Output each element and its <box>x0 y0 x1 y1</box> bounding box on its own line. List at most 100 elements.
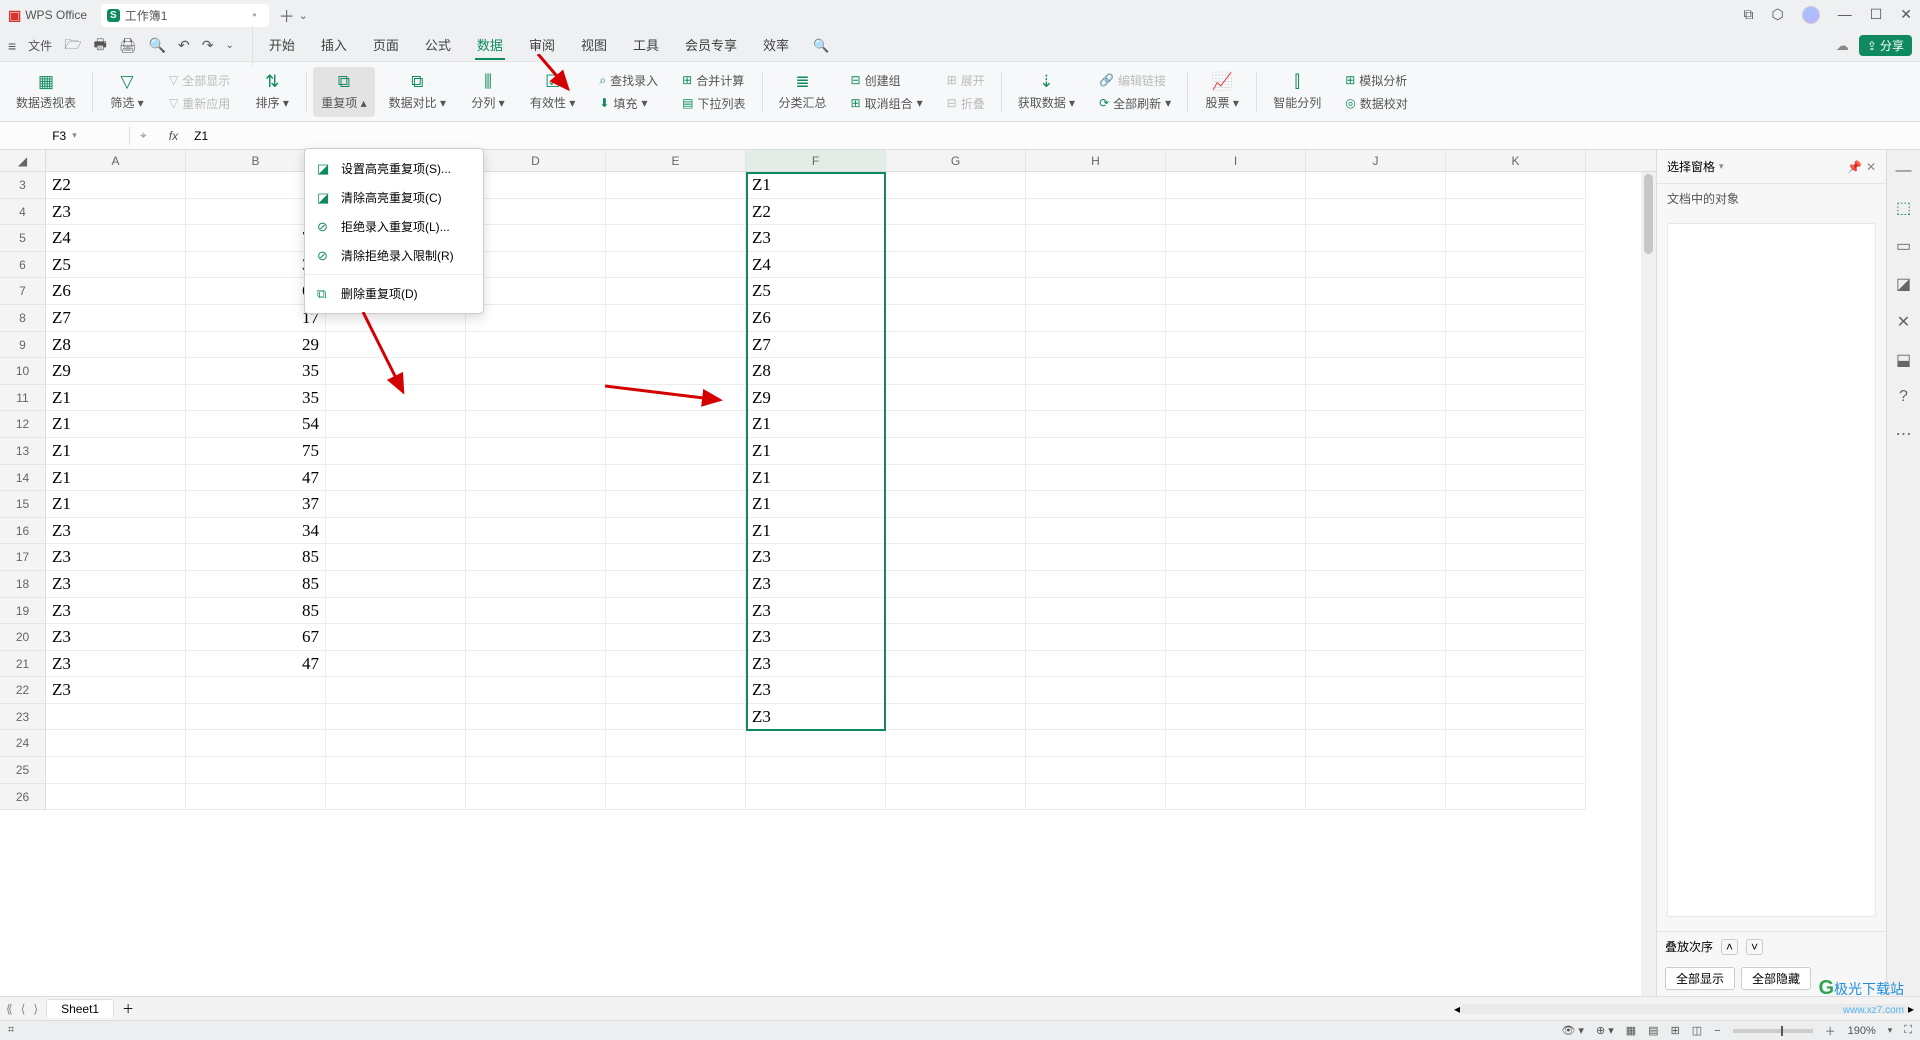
formula-value[interactable]: Z1 <box>190 129 208 143</box>
smart-split-button[interactable]: ⫿智能分列 <box>1263 67 1331 117</box>
cell[interactable]: 75 <box>186 438 326 465</box>
cell[interactable]: 67 <box>186 624 326 651</box>
cell[interactable] <box>186 784 326 811</box>
cell[interactable] <box>1026 624 1166 651</box>
sort-button[interactable]: ⇅排序 ▾ <box>244 67 300 117</box>
col-header-K[interactable]: K <box>1446 150 1586 171</box>
show-all-button[interactable]: 全部显示 <box>1665 967 1735 990</box>
cell[interactable] <box>1026 332 1166 359</box>
cell[interactable] <box>466 544 606 571</box>
cell[interactable] <box>1026 704 1166 731</box>
window-copy-icon[interactable]: ⧉ <box>1743 6 1753 24</box>
cell[interactable] <box>326 571 466 598</box>
cell[interactable] <box>1446 677 1586 704</box>
hide-all-button[interactable]: 全部隐藏 <box>1741 967 1811 990</box>
cell[interactable] <box>466 730 606 757</box>
cell[interactable] <box>606 518 746 545</box>
cell[interactable]: Z1 <box>46 438 186 465</box>
cell[interactable]: Z3 <box>746 571 886 598</box>
cell[interactable]: 54 <box>186 411 326 438</box>
cell[interactable]: Z9 <box>746 385 886 412</box>
cell[interactable] <box>326 624 466 651</box>
row-header[interactable]: 8 <box>0 305 46 332</box>
cell[interactable] <box>1446 544 1586 571</box>
cell[interactable] <box>1306 358 1446 385</box>
row-header[interactable]: 4 <box>0 199 46 226</box>
cell[interactable] <box>326 438 466 465</box>
cell[interactable]: Z3 <box>746 598 886 625</box>
cell[interactable]: Z4 <box>746 252 886 279</box>
cell[interactable] <box>1306 438 1446 465</box>
row-header[interactable]: 16 <box>0 518 46 545</box>
cell[interactable]: Z3 <box>46 544 186 571</box>
cell[interactable] <box>606 385 746 412</box>
cell[interactable] <box>1446 518 1586 545</box>
cell[interactable] <box>186 730 326 757</box>
cell[interactable] <box>466 332 606 359</box>
cell[interactable] <box>1306 199 1446 226</box>
cell[interactable]: Z1 <box>746 518 886 545</box>
cell[interactable]: Z3 <box>746 704 886 731</box>
cell[interactable]: Z1 <box>46 385 186 412</box>
cell[interactable] <box>886 199 1026 226</box>
move-down-button[interactable]: ˅ <box>1746 939 1763 955</box>
more-icon[interactable]: ⋯ <box>1896 424 1912 444</box>
pin-icon[interactable]: 📌 <box>1847 160 1862 174</box>
cell[interactable] <box>326 651 466 678</box>
menu-tab-数据[interactable]: 数据 <box>475 31 505 60</box>
menu-tab-页面[interactable]: 页面 <box>371 31 401 60</box>
cell[interactable] <box>1306 385 1446 412</box>
view-custom-icon[interactable]: ◫ <box>1692 1024 1702 1037</box>
col-header-H[interactable]: H <box>1026 150 1166 171</box>
menu-tab-插入[interactable]: 插入 <box>319 31 349 60</box>
cell[interactable] <box>466 677 606 704</box>
cell[interactable] <box>1446 571 1586 598</box>
cell[interactable] <box>1446 465 1586 492</box>
cell[interactable] <box>466 598 606 625</box>
row-header[interactable]: 23 <box>0 704 46 731</box>
selection-tool-icon[interactable]: ⬚ <box>1896 198 1911 218</box>
cell[interactable] <box>466 757 606 784</box>
cell[interactable] <box>886 358 1026 385</box>
cell[interactable] <box>1026 438 1166 465</box>
cell[interactable]: Z1 <box>46 411 186 438</box>
menu-item-S[interactable]: ◪设置高亮重复项(S)... <box>305 154 483 183</box>
cell[interactable] <box>886 172 1026 199</box>
cell[interactable] <box>466 465 606 492</box>
cell[interactable] <box>886 757 1026 784</box>
cell[interactable] <box>606 465 746 492</box>
cell[interactable] <box>606 704 746 731</box>
avatar[interactable] <box>1802 6 1820 24</box>
col-header-D[interactable]: D <box>466 150 606 171</box>
cell[interactable] <box>46 704 186 731</box>
select-all-corner[interactable]: ◢ <box>0 150 46 171</box>
cell[interactable] <box>466 438 606 465</box>
cell[interactable] <box>1306 518 1446 545</box>
toolbar-menu-icon[interactable]: ⌄ <box>225 40 233 51</box>
col-header-G[interactable]: G <box>886 150 1026 171</box>
cell[interactable] <box>1166 252 1306 279</box>
data-validation-button[interactable]: ◎数据校对 <box>1345 95 1408 112</box>
fullscreen-icon[interactable]: ⛶ <box>1904 1024 1912 1037</box>
cell[interactable] <box>1166 571 1306 598</box>
cell[interactable] <box>1026 518 1166 545</box>
cell[interactable] <box>1306 544 1446 571</box>
cell[interactable] <box>886 278 1026 305</box>
cell[interactable] <box>326 411 466 438</box>
cell[interactable] <box>1306 252 1446 279</box>
cell[interactable] <box>466 252 606 279</box>
pivot-table-button[interactable]: ▦数据透视表 <box>6 67 86 117</box>
add-sheet-button[interactable]: ＋ <box>122 1000 134 1017</box>
cell[interactable] <box>1446 438 1586 465</box>
sheet-prev-icon[interactable]: ⟨ <box>21 1002 26 1016</box>
cell[interactable] <box>1446 252 1586 279</box>
menu-tab-开始[interactable]: 开始 <box>267 31 297 60</box>
layout-icon[interactable]: ⬓ <box>1896 350 1911 370</box>
cell[interactable] <box>46 784 186 811</box>
row-header[interactable]: 17 <box>0 544 46 571</box>
simulation-button[interactable]: ⊞模拟分析 <box>1345 72 1408 89</box>
cell[interactable]: Z3 <box>46 571 186 598</box>
cell[interactable]: 29 <box>186 332 326 359</box>
cell[interactable]: 85 <box>186 571 326 598</box>
cell[interactable] <box>606 411 746 438</box>
